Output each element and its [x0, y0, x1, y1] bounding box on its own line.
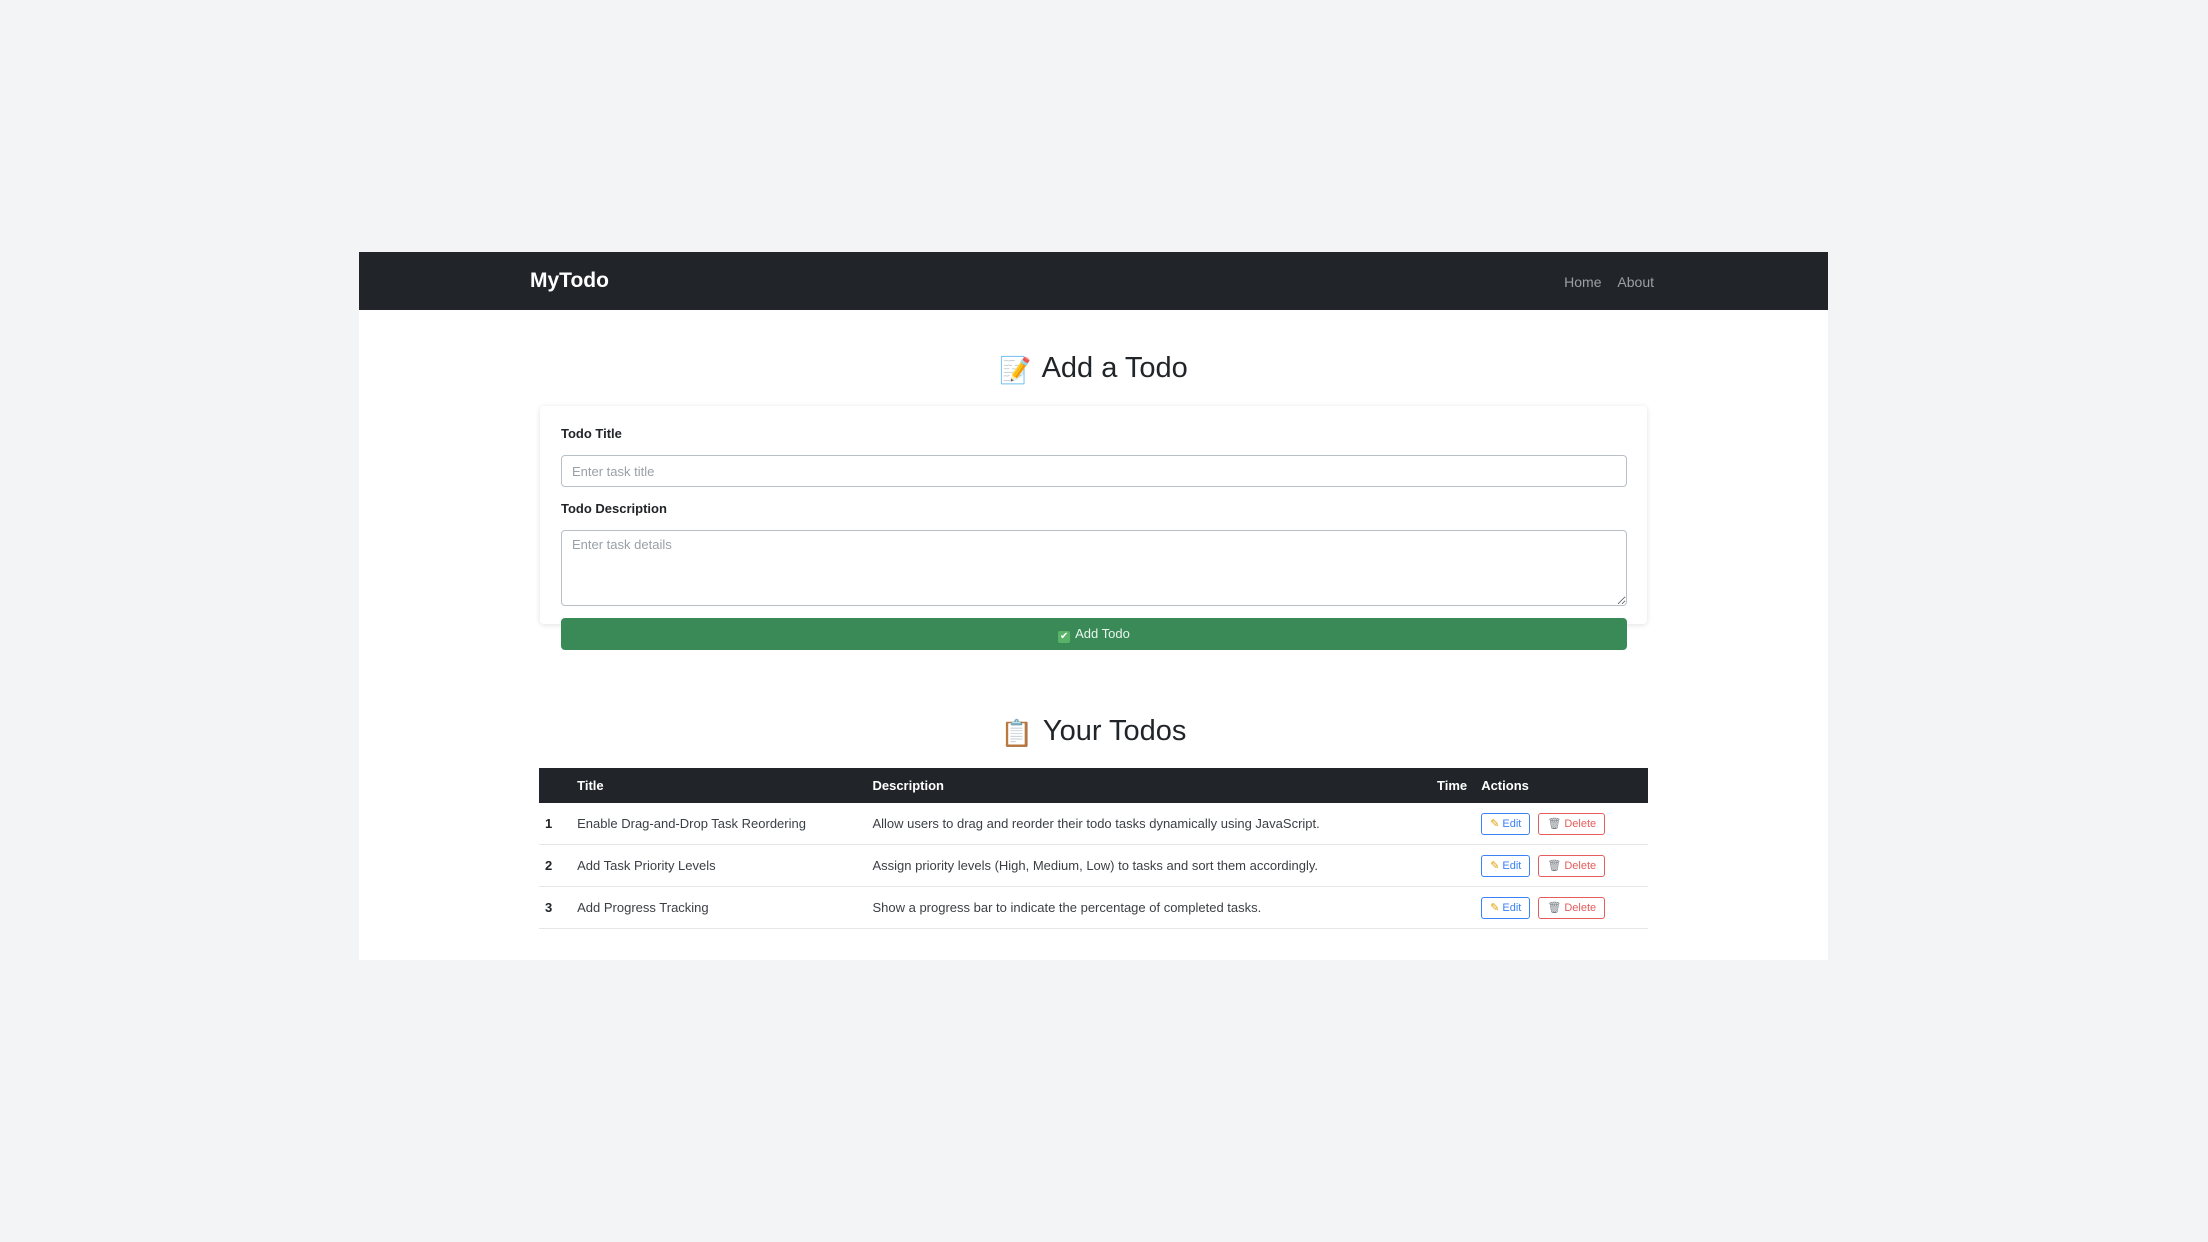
edit-button[interactable]: ✎ Edit — [1481, 854, 1531, 877]
trash-icon: 🗑 — [1547, 817, 1562, 830]
add-todo-button[interactable]: ✔ Add Todo — [561, 618, 1627, 650]
trash-icon: 🗑 — [1547, 859, 1562, 872]
nav-link-home[interactable]: Home — [1564, 274, 1601, 290]
todo-title: Add Progress Tracking — [571, 886, 867, 929]
delete-button-label: Delete — [1564, 901, 1597, 914]
todo-time — [1431, 886, 1476, 929]
delete-button[interactable]: 🗑 Delete — [1538, 854, 1606, 877]
pencil-icon: ✎ — [1490, 817, 1500, 830]
todo-number: 3 — [539, 886, 572, 929]
delete-button-label: Delete — [1564, 859, 1597, 872]
table-row: 2 Add Task Priority Levels Assign priori… — [539, 844, 1648, 887]
your-todos-heading-text: Your Todos — [1042, 715, 1187, 747]
todo-description: Show a progress bar to indicate the perc… — [866, 886, 1431, 929]
todo-description-label: Todo Description — [561, 501, 667, 516]
todo-description-input[interactable] — [561, 530, 1627, 606]
todo-actions: ✎ Edit 🗑 Delete — [1475, 803, 1648, 845]
todo-time — [1431, 803, 1476, 845]
column-header-description: Description — [872, 778, 944, 793]
app-window: MyTodo Home About 📝 Add a Todo Todo Title… — [359, 252, 1828, 960]
delete-button[interactable]: 🗑 Delete — [1538, 896, 1606, 919]
edit-button-label: Edit — [1502, 817, 1522, 830]
todo-number: 2 — [539, 844, 572, 887]
todo-number: 1 — [539, 803, 572, 845]
clipboard-icon: 📋 — [1000, 718, 1033, 748]
todo-title: Enable Drag-and-Drop Task Reordering — [571, 803, 867, 845]
todo-actions: ✎ Edit 🗑 Delete — [1475, 844, 1648, 887]
check-icon: ✔ — [1058, 631, 1071, 643]
add-todo-form: Todo Title Todo Description ✔ Add Todo — [540, 406, 1647, 650]
todo-title-input[interactable] — [561, 455, 1627, 487]
add-todo-heading: 📝 Add a Todo — [359, 350, 1828, 388]
memo-icon: 📝 — [999, 355, 1032, 385]
column-header-number: # — [545, 778, 553, 793]
delete-button-label: Delete — [1564, 817, 1597, 830]
todo-description: Allow users to drag and reorder their to… — [866, 803, 1431, 845]
edit-button-label: Edit — [1502, 859, 1522, 872]
edit-button[interactable]: ✎ Edit — [1481, 812, 1531, 835]
table-row: 3 Add Progress Tracking Show a progress … — [539, 886, 1648, 929]
todo-title: Add Task Priority Levels — [571, 844, 867, 887]
table-row: 1 Enable Drag-and-Drop Task Reordering A… — [539, 803, 1648, 845]
add-todo-button-label: Add Todo — [1075, 626, 1130, 641]
todos-table: # Title Description Time Actions 1 Enabl… — [539, 768, 1648, 929]
navbar: MyTodo Home About — [359, 252, 1828, 310]
nav-link-about[interactable]: About — [1617, 274, 1654, 290]
delete-button[interactable]: 🗑 Delete — [1538, 812, 1606, 835]
todo-description: Assign priority levels (High, Medium, Lo… — [866, 844, 1431, 887]
column-header-actions: Actions — [1481, 778, 1529, 793]
nav-links: Home About — [1552, 273, 1654, 291]
todo-title-label: Todo Title — [561, 426, 622, 441]
todo-actions: ✎ Edit 🗑 Delete — [1475, 886, 1648, 929]
brand-link[interactable]: MyTodo — [530, 268, 609, 294]
your-todos-heading: 📋 Your Todos — [359, 713, 1828, 751]
pencil-icon: ✎ — [1490, 901, 1500, 914]
column-header-time: Time — [1437, 778, 1468, 793]
column-header-title: Title — [577, 778, 604, 793]
pencil-icon: ✎ — [1490, 859, 1500, 872]
add-todo-heading-text: Add a Todo — [1041, 352, 1188, 384]
trash-icon: 🗑 — [1547, 901, 1562, 914]
edit-button[interactable]: ✎ Edit — [1481, 896, 1531, 919]
todo-time — [1431, 844, 1476, 887]
table-header-row: # Title Description Time Actions — [539, 768, 1648, 803]
edit-button-label: Edit — [1502, 901, 1522, 914]
